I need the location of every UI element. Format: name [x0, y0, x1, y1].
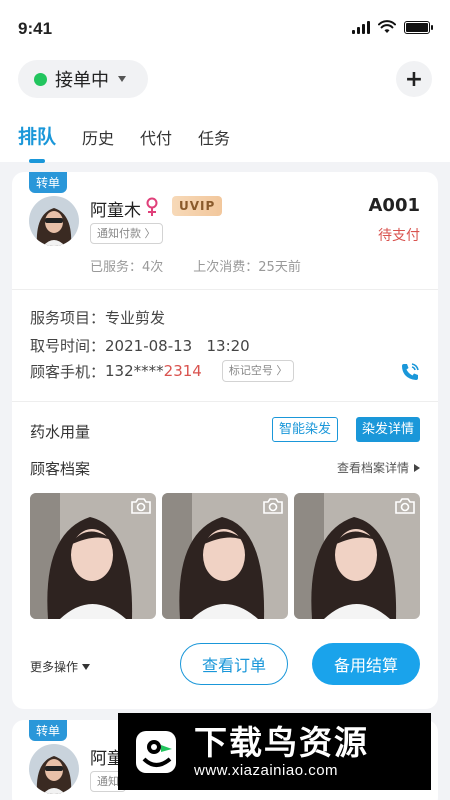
watermark-url: www.xiazainiao.com	[194, 762, 339, 779]
status-bar: 9:41	[0, 0, 450, 58]
camera-icon[interactable]	[394, 497, 416, 515]
avatar	[29, 196, 79, 246]
served-count: 已服务：4次	[90, 260, 164, 275]
transfer-tag: 转单	[29, 172, 68, 193]
bird-logo-icon	[136, 730, 176, 773]
ticket-time-row: 取号时间： 2021-08-13 13:20	[30, 335, 250, 356]
add-button[interactable]: +	[396, 61, 432, 97]
view-archive-label: 查看档案详情	[336, 461, 409, 475]
phone-label: 顾客手机：	[30, 362, 106, 381]
mark-empty-number-button[interactable]: 标记空号 〉	[221, 360, 295, 382]
order-status-dropdown[interactable]: 接单中	[18, 60, 148, 98]
more-actions-dropdown[interactable]: 更多操作	[30, 658, 91, 675]
customer-photo[interactable]	[30, 493, 156, 619]
watermark-banner: 下载鸟资源 www.xiazainiao.com	[118, 713, 431, 790]
queue-card[interactable]: 转单 阿童木 UVIP 通知付款 〉 A001 待支付 已服务：4次 上次消费：…	[12, 172, 438, 709]
tab-queue[interactable]: 排队	[18, 122, 56, 159]
view-order-button[interactable]: 查看订单	[180, 643, 288, 685]
divider	[12, 401, 438, 402]
phone-call-icon[interactable]	[400, 362, 420, 382]
battery-icon	[404, 20, 433, 34]
order-status: 待支付	[378, 228, 420, 244]
customer-name: 阿童木	[90, 201, 141, 221]
caret-down-icon	[118, 76, 126, 82]
customer-photo[interactable]	[294, 493, 420, 619]
last-spend: 上次消费：25天前	[193, 260, 301, 275]
backup-settle-button[interactable]: 备用结算	[312, 643, 420, 685]
watermark-title: 下载鸟资源	[194, 723, 369, 762]
service-value: 专业剪发	[105, 309, 166, 327]
online-dot-icon	[34, 72, 47, 86]
ticket-time-label: 取号时间：	[30, 337, 106, 355]
female-icon	[146, 197, 158, 216]
vip-badge: UVIP	[172, 196, 223, 216]
smart-dye-button[interactable]: 智能染发	[271, 417, 338, 442]
tab-tasks[interactable]: 任务	[198, 125, 230, 159]
queue-number: A001	[368, 195, 420, 216]
avatar	[29, 744, 79, 794]
service-row: 服务项目： 专业剪发	[30, 307, 165, 328]
phone-tail: 2314	[163, 362, 202, 380]
phone-masked: 132****	[105, 362, 164, 380]
transfer-tag: 转单	[29, 720, 68, 741]
more-actions-label: 更多操作	[30, 660, 79, 674]
dye-detail-button[interactable]: 染发详情	[355, 417, 420, 442]
notify-payment-button[interactable]: 通知付款 〉	[90, 223, 163, 244]
caret-right-icon	[414, 463, 420, 472]
camera-icon[interactable]	[262, 497, 284, 515]
serve-stats: 已服务：4次 上次消费：25天前	[90, 256, 301, 275]
ticket-time-value: 2021-08-13 13:20	[105, 336, 250, 355]
signal-icon	[352, 20, 370, 34]
order-status-label: 接单中	[55, 70, 109, 91]
tab-history[interactable]: 历史	[82, 125, 114, 159]
customer-photo[interactable]	[162, 493, 288, 619]
header: 接单中 + 排队 历史 代付 任务	[0, 58, 450, 162]
dye-usage-title: 药水用量	[30, 423, 91, 441]
status-icons	[352, 20, 433, 34]
phone-row: 顾客手机： 132**** 2314 标记空号 〉	[30, 360, 295, 382]
tab-proxy-pay[interactable]: 代付	[140, 125, 172, 159]
status-time: 9:41	[18, 19, 53, 38]
divider	[12, 289, 438, 290]
caret-down-icon	[82, 663, 91, 670]
view-archive-link[interactable]: 查看档案详情	[337, 459, 420, 476]
camera-icon[interactable]	[130, 497, 152, 515]
tab-bar: 排队 历史 代付 任务	[18, 122, 230, 159]
wifi-icon	[378, 20, 396, 33]
customer-archive-title: 顾客档案	[30, 460, 91, 478]
service-label: 服务项目：	[30, 309, 106, 327]
